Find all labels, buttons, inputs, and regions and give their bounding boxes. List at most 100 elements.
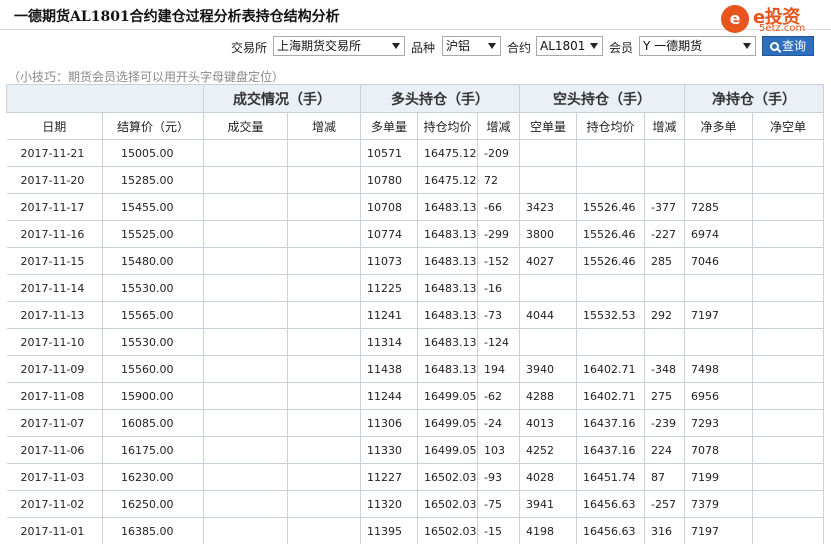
search-icon xyxy=(769,42,779,51)
cell-net-long: 7046 xyxy=(684,247,753,275)
table-row: 2017-11-03 16230.00 11227 16502.03 -93 4028 16… xyxy=(6,463,824,491)
cell-volume-change xyxy=(287,301,361,329)
exchange-select[interactable]: 上海期货交易所 xyxy=(273,36,405,56)
cell-short-change: 224 xyxy=(644,436,685,464)
col-header-long-qty: 多单量 xyxy=(360,112,418,140)
cell-volume-change xyxy=(287,463,361,491)
cell-long-avg: 16502.03 xyxy=(417,517,478,544)
cell-settle: 16385.00 xyxy=(102,517,204,544)
cell-volume-change xyxy=(287,247,361,275)
col-header-short-change: 增减 xyxy=(644,112,685,140)
cell-volume xyxy=(203,166,288,194)
cell-long-change: -209 xyxy=(477,139,520,167)
cell-short-change: 87 xyxy=(644,463,685,491)
cell-volume-change xyxy=(287,166,361,194)
logo-icon: e xyxy=(721,5,749,33)
cell-long-change: -62 xyxy=(477,382,520,410)
variety-select[interactable]: 沪铝 xyxy=(442,36,501,56)
group-header-row: 成交情况（手） 多头持仓（手） 空头持仓（手） 净持仓（手） xyxy=(6,84,824,113)
cell-long-change: -299 xyxy=(477,220,520,248)
cell-volume-change xyxy=(287,409,361,437)
cell-long-qty: 11395 xyxy=(360,517,418,544)
col-header-net-long: 净多单 xyxy=(684,112,753,140)
member-select[interactable]: Y 一德期货 xyxy=(639,36,756,56)
cell-long-change: -75 xyxy=(477,490,520,518)
cell-long-qty: 11306 xyxy=(360,409,418,437)
cell-date: 2017-11-15 xyxy=(6,247,103,275)
cell-long-avg: 16499.05 xyxy=(417,436,478,464)
cell-net-long xyxy=(684,328,753,356)
cell-settle: 15480.00 xyxy=(102,247,204,275)
cell-net-short xyxy=(752,328,824,356)
cell-long-avg: 16483.13 xyxy=(417,193,478,221)
cell-volume-change xyxy=(287,436,361,464)
cell-volume-change xyxy=(287,193,361,221)
cell-long-change: -15 xyxy=(477,517,520,544)
cell-date: 2017-11-02 xyxy=(6,490,103,518)
cell-net-long: 7078 xyxy=(684,436,753,464)
cell-settle: 16250.00 xyxy=(102,490,204,518)
cell-short-avg xyxy=(576,139,645,167)
contract-select[interactable]: AL1801 xyxy=(536,36,603,56)
cell-long-qty: 10708 xyxy=(360,193,418,221)
table-row: 2017-11-07 16085.00 11306 16499.05 -24 4013 16… xyxy=(6,409,824,437)
cell-net-long: 6974 xyxy=(684,220,753,248)
cell-long-avg: 16499.05 xyxy=(417,409,478,437)
table-row: 2017-11-09 15560.00 11438 16483.13 194 3940 16… xyxy=(6,355,824,383)
cell-net-short xyxy=(752,382,824,410)
cell-net-short xyxy=(752,517,824,544)
cell-long-avg: 16483.13 xyxy=(417,247,478,275)
cell-volume xyxy=(203,463,288,491)
table-row: 2017-11-20 15285.00 10780 16475.12 72 xyxy=(6,166,824,194)
cell-settle: 15530.00 xyxy=(102,274,204,302)
chevron-down-icon xyxy=(743,43,751,49)
cell-net-short xyxy=(752,436,824,464)
table-body: 2017-11-21 15005.00 10571 16475.12 -209 2017-… xyxy=(6,139,824,544)
cell-net-long: 7498 xyxy=(684,355,753,383)
cell-short-qty: 4198 xyxy=(519,517,577,544)
group-header-long: 多头持仓（手） xyxy=(360,84,520,113)
cell-short-change: 285 xyxy=(644,247,685,275)
cell-long-qty: 11438 xyxy=(360,355,418,383)
filter-bar: 交易所 上海期货交易所 品种 沪铝 合约 AL1801 会员 Y 一德期货 查询 xyxy=(0,36,831,58)
cell-short-qty xyxy=(519,274,577,302)
contract-label: 合约 xyxy=(507,41,532,55)
cell-volume-change xyxy=(287,490,361,518)
cell-volume xyxy=(203,355,288,383)
chevron-down-icon xyxy=(488,43,496,49)
cell-short-change xyxy=(644,166,685,194)
col-header-long-avg: 持仓均价 xyxy=(417,112,478,140)
member-value: Y 一德期货 xyxy=(643,39,703,53)
page-title: 一德期货AL1801合约建仓过程分析表持仓结构分析 xyxy=(14,9,340,25)
cell-short-change xyxy=(644,328,685,356)
cell-short-avg: 16456.63 xyxy=(576,517,645,544)
cell-net-short xyxy=(752,301,824,329)
cell-net-short xyxy=(752,166,824,194)
site-logo[interactable]: e e投资 5etz.com xyxy=(721,2,827,36)
position-table: 成交情况（手） 多头持仓（手） 空头持仓（手） 净持仓（手） 日期 结算价（元）… xyxy=(6,84,824,544)
table-row: 2017-11-01 16385.00 11395 16502.03 -15 4198 16… xyxy=(6,517,824,544)
query-button[interactable]: 查询 xyxy=(762,36,814,56)
cell-settle: 16085.00 xyxy=(102,409,204,437)
cell-volume xyxy=(203,328,288,356)
cell-volume xyxy=(203,139,288,167)
cell-short-qty: 4252 xyxy=(519,436,577,464)
cell-net-long: 7379 xyxy=(684,490,753,518)
column-header-row: 日期 结算价（元） 成交量 增减 多单量 持仓均价 增减 空单量 持仓均价 增减… xyxy=(6,112,824,140)
cell-short-qty: 4013 xyxy=(519,409,577,437)
cell-net-long: 7197 xyxy=(684,517,753,544)
cell-long-change: -24 xyxy=(477,409,520,437)
cell-volume xyxy=(203,490,288,518)
cell-short-avg: 16437.16 xyxy=(576,436,645,464)
table-row: 2017-11-14 15530.00 11225 16483.13 -16 xyxy=(6,274,824,302)
cell-long-avg: 16475.12 xyxy=(417,166,478,194)
cell-long-change: -93 xyxy=(477,463,520,491)
exchange-label: 交易所 xyxy=(231,41,268,55)
cell-date: 2017-11-03 xyxy=(6,463,103,491)
cell-long-qty: 10774 xyxy=(360,220,418,248)
table-row: 2017-11-06 16175.00 11330 16499.05 103 4252 16… xyxy=(6,436,824,464)
cell-date: 2017-11-14 xyxy=(6,274,103,302)
col-header-volume-change: 增减 xyxy=(287,112,361,140)
cell-date: 2017-11-13 xyxy=(6,301,103,329)
cell-long-change: -124 xyxy=(477,328,520,356)
